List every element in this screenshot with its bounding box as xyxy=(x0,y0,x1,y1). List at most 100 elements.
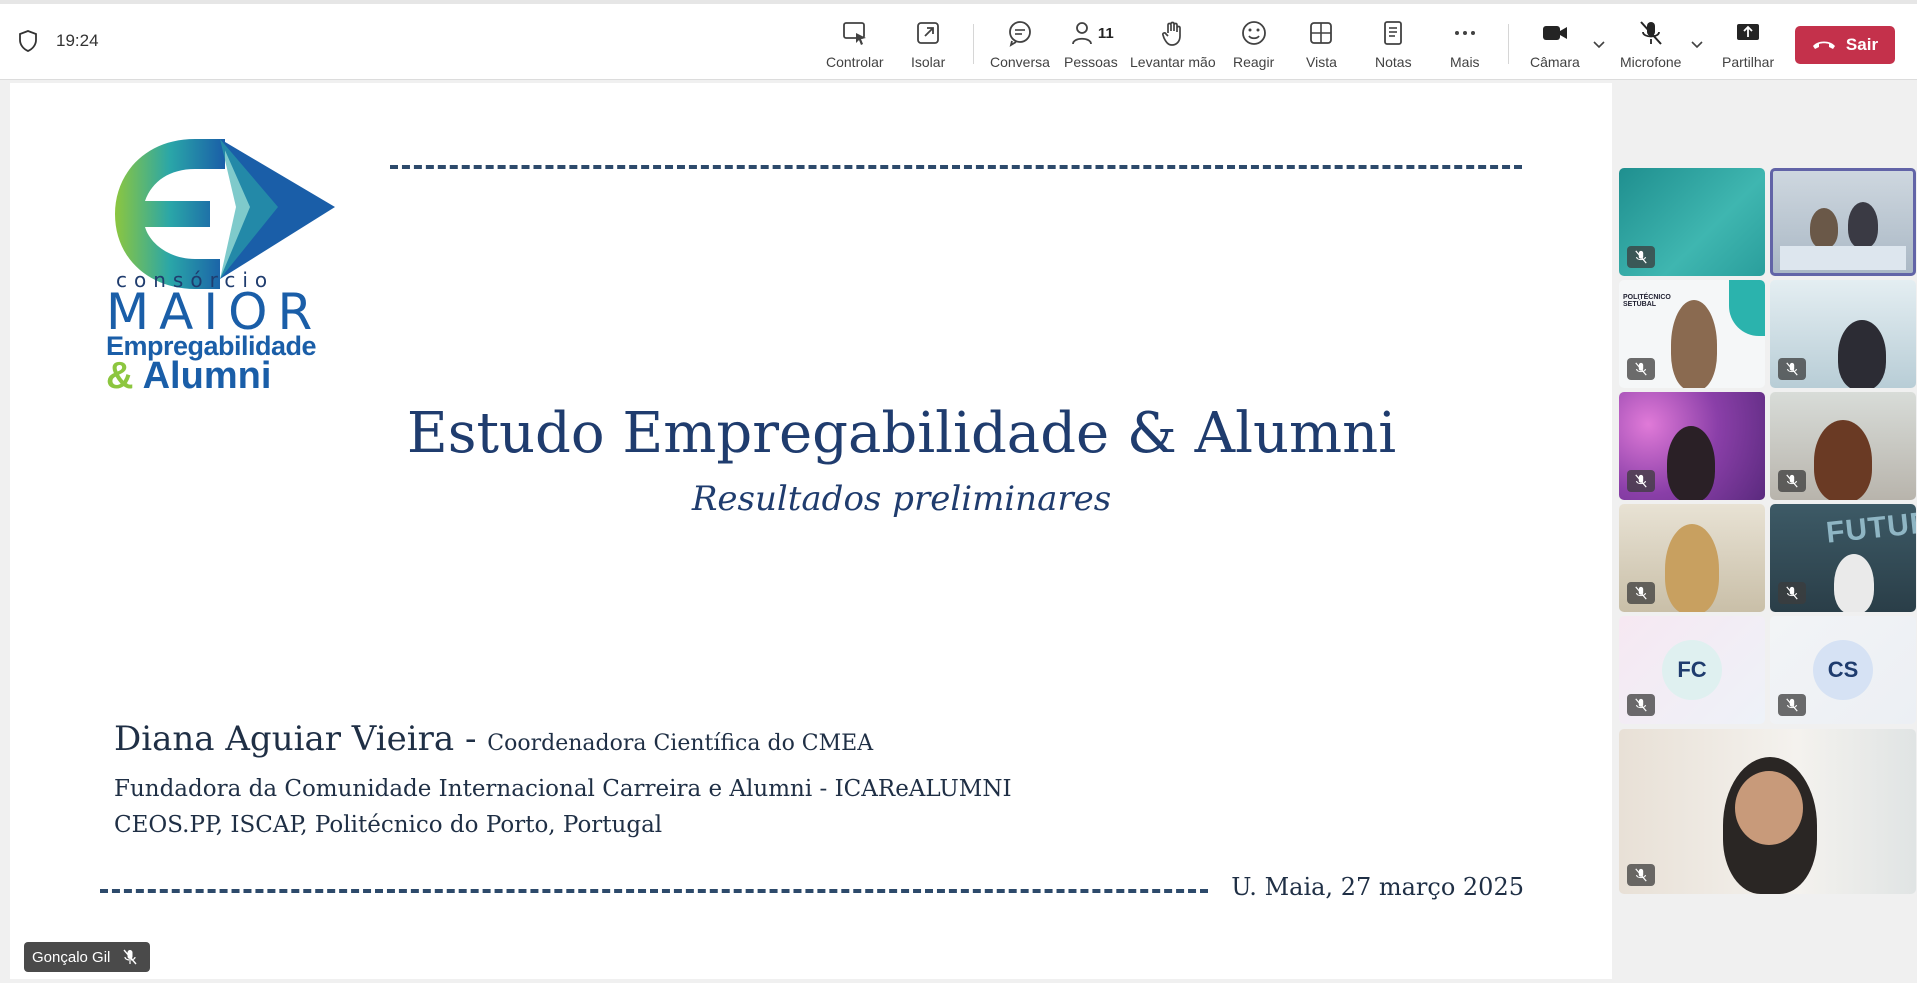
slide-title: Estudo Empregabilidade & Alumni xyxy=(406,401,1397,466)
isolate-label: Isolar xyxy=(911,54,946,70)
notes-button[interactable]: Notas xyxy=(1375,18,1412,70)
muted-indicator xyxy=(1627,582,1655,604)
slide-dashed-line-bottom xyxy=(100,889,1208,893)
view-label: Vista xyxy=(1306,54,1337,70)
mic-off-icon xyxy=(1635,362,1647,376)
participant-tile[interactable]: FC xyxy=(1619,616,1765,724)
muted-indicator xyxy=(1778,582,1806,604)
people-button[interactable]: 11 Pessoas xyxy=(1064,18,1118,70)
mic-off-icon xyxy=(1635,250,1647,264)
mic-off-icon xyxy=(1786,474,1798,488)
avatar: FC xyxy=(1662,640,1722,700)
participant-tile-large[interactable] xyxy=(1619,729,1916,894)
share-button[interactable]: Partilhar xyxy=(1722,18,1774,70)
camera-icon xyxy=(1542,26,1567,40)
logo-alumni: Alumni xyxy=(142,355,272,397)
author-role: Coordenadora Científica do CMEA xyxy=(487,731,874,756)
mic-off-icon xyxy=(1786,698,1798,712)
muted-indicator xyxy=(1627,694,1655,716)
mic-options-chevron-icon[interactable] xyxy=(1689,36,1705,52)
people-count: 11 xyxy=(1097,24,1114,42)
tile-background-text: POLITÉCNICO SETÚBAL xyxy=(1623,294,1671,308)
logo-ampersand: & xyxy=(106,355,134,397)
camera-options-chevron-icon[interactable] xyxy=(1591,36,1607,52)
mic-off-icon xyxy=(1639,21,1662,45)
meeting-stage: consórcio MAIOR Empregabilidade & Alumni… xyxy=(0,81,1917,983)
participant-tile[interactable]: CS xyxy=(1770,616,1916,724)
mic-off-icon xyxy=(1635,586,1647,600)
grid-icon xyxy=(1310,22,1333,44)
participant-tile[interactable]: POLITÉCNICO SETÚBAL xyxy=(1619,280,1765,388)
chat-icon xyxy=(1009,21,1031,47)
participant-tile[interactable] xyxy=(1770,280,1916,388)
presenter-label: Gonçalo Gil xyxy=(24,942,151,972)
presenter-name: Gonçalo Gil xyxy=(32,948,111,966)
shared-slide: consórcio MAIOR Empregabilidade & Alumni… xyxy=(10,83,1612,979)
tile-bg-label-1: POLITÉCNICO xyxy=(1623,294,1671,301)
muted-indicator xyxy=(1627,246,1655,268)
notes-icon xyxy=(1384,21,1403,45)
participant-tile[interactable] xyxy=(1770,392,1916,500)
camera-label: Câmara xyxy=(1530,54,1580,70)
share-icon xyxy=(1737,24,1760,40)
slide-affiliation-2: CEOS.PP, ISCAP, Politécnico do Porto, Po… xyxy=(114,812,663,838)
share-label: Partilhar xyxy=(1722,54,1775,70)
avatar: CS xyxy=(1813,640,1873,700)
mic-off-icon xyxy=(123,949,137,965)
slide-subtitle: Resultados preliminares xyxy=(691,479,1112,519)
hand-icon xyxy=(1161,21,1181,46)
leave-label: Sair xyxy=(1845,35,1879,54)
logo-line4: & Alumni xyxy=(106,355,271,398)
pop-out-icon xyxy=(917,22,940,44)
meeting-info: 19:24 xyxy=(18,30,99,52)
muted-indicator xyxy=(1778,470,1806,492)
control-button[interactable]: Controlar xyxy=(826,18,884,70)
muted-indicator xyxy=(1627,358,1655,380)
participant-tile-active[interactable] xyxy=(1770,168,1916,276)
leave-button[interactable]: Sair xyxy=(1795,26,1895,64)
view-button[interactable]: Vista xyxy=(1306,18,1337,70)
mic-off-icon xyxy=(1635,698,1647,712)
participant-tile[interactable]: FUTURO xyxy=(1770,504,1916,612)
people-label: Pessoas xyxy=(1064,54,1118,70)
slide-affiliation-1: Fundadora da Comunidade Internacional Ca… xyxy=(114,776,1012,802)
microphone-label: Microfone xyxy=(1620,54,1682,70)
slide-author: Diana Aguiar Vieira - Coordenadora Cient… xyxy=(114,719,873,759)
hang-up-icon xyxy=(1812,41,1835,49)
tile-background-text: FUTURO xyxy=(1824,504,1916,550)
mic-off-icon xyxy=(1635,868,1647,882)
raise-hand-button[interactable]: Levantar mão xyxy=(1130,18,1216,70)
muted-indicator xyxy=(1778,358,1806,380)
more-button[interactable]: Mais xyxy=(1450,18,1480,70)
muted-indicator xyxy=(1627,864,1655,886)
tile-bg-label-2: SETÚBAL xyxy=(1623,301,1657,308)
shield-icon xyxy=(19,30,37,52)
chat-button[interactable]: Conversa xyxy=(990,18,1050,70)
meeting-timer: 19:24 xyxy=(56,31,99,50)
emoji-icon xyxy=(1241,21,1266,45)
mic-off-icon xyxy=(1786,362,1798,376)
control-label: Controlar xyxy=(826,54,884,70)
mic-off-icon xyxy=(1786,586,1798,600)
chat-label: Conversa xyxy=(990,54,1050,70)
react-button[interactable]: Reagir xyxy=(1233,18,1274,70)
camera-button[interactable]: Câmara xyxy=(1530,18,1580,70)
people-icon xyxy=(1072,22,1092,45)
participant-tile[interactable] xyxy=(1619,168,1765,276)
control-icon xyxy=(842,22,866,45)
meeting-toolbar: 19:24 Controlar Isolar Conversa 11 Pesso… xyxy=(0,0,1917,80)
mic-off-icon xyxy=(1635,474,1647,488)
microphone-button[interactable]: Microfone xyxy=(1620,18,1681,70)
muted-indicator xyxy=(1627,470,1655,492)
notes-label: Notas xyxy=(1375,54,1412,70)
isolate-button[interactable]: Isolar xyxy=(911,18,945,70)
slide-dashed-line-top xyxy=(390,165,1522,169)
author-name: Diana Aguiar Vieira - xyxy=(114,719,488,759)
more-label: Mais xyxy=(1450,54,1480,70)
participant-tile[interactable] xyxy=(1619,392,1765,500)
slide-date: U. Maia, 27 março 2025 xyxy=(1231,873,1524,901)
more-dots-icon xyxy=(1454,31,1475,35)
raise-hand-label: Levantar mão xyxy=(1130,54,1216,70)
react-label: Reagir xyxy=(1233,54,1275,70)
participant-tile[interactable] xyxy=(1619,504,1765,612)
